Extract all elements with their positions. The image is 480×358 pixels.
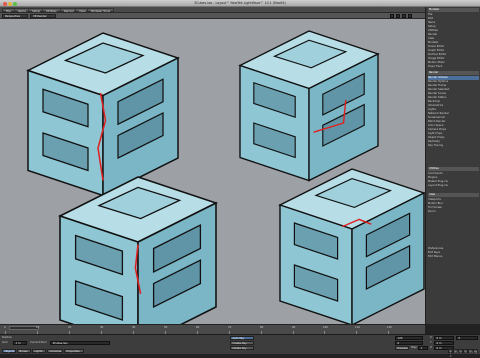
preview-button[interactable]: Preview <box>395 346 409 350</box>
go-to-end-button[interactable]: >| <box>473 349 478 354</box>
bottom-control-bar: Position Grid 1 m Current Item 3Cubes.lw… <box>0 334 480 358</box>
frame-end-field[interactable]: 120 <box>395 336 423 340</box>
timeline-tick-label: 50 <box>164 326 168 329</box>
timeline-slider-handle[interactable] <box>9 326 39 330</box>
grid-label: Grid <box>2 341 8 344</box>
create-key-button[interactable]: Create Key <box>230 341 254 345</box>
timeline-tick-label: 20 <box>68 326 72 329</box>
window-titlebar: 3Cubes.lws - Layout™ NewTek LightWave™ 1… <box>0 0 480 7</box>
timeline-tick-label: 70 <box>228 326 232 329</box>
timeline-tick-label: 100 <box>323 326 328 329</box>
maximize-view-icon[interactable] <box>408 14 412 18</box>
objects-button[interactable]: Objects <box>2 349 16 353</box>
timeline-tick-label: 10 <box>36 326 40 329</box>
zoom-view-icon[interactable] <box>402 14 406 18</box>
current-frame-field[interactable]: 0 <box>456 336 478 340</box>
cube-model-4 <box>279 168 425 324</box>
sidebar-section-utilities: Utilities <box>428 167 479 171</box>
sidebar-item-edit-menus[interactable]: Edit Menus <box>428 255 479 259</box>
menu-tab-utilities[interactable]: Utilities <box>42 8 61 13</box>
timeline-tick-label: 40 <box>132 326 136 329</box>
3d-viewport[interactable] <box>0 19 425 324</box>
current-item-label: Current Item <box>30 341 47 344</box>
step-field[interactable]: 1 <box>418 346 428 350</box>
sidebar-item-ray-tracing[interactable]: Ray Tracing <box>428 144 479 148</box>
cube-model-3 <box>59 176 217 324</box>
grid-size-field[interactable]: 1 m <box>13 341 27 345</box>
right-sidebar-panel: Modeler File Edit Items Setup Utilities … <box>425 7 480 324</box>
current-item-dropdown[interactable]: 3Cubes.lwo <box>50 341 110 345</box>
timeline-tick-label: 0 <box>4 326 6 329</box>
sidebar-section-view: View <box>428 193 479 197</box>
sidebar-item-dope-track[interactable]: Dope Track <box>428 65 479 69</box>
menu-tab-file[interactable]: File <box>2 8 15 13</box>
properties-button[interactable]: Properties <box>64 349 84 353</box>
timeline-tick-label: 120 <box>387 326 392 329</box>
sidebar-item-zoom[interactable]: Zoom <box>428 210 479 214</box>
shading-mode-dropdown[interactable]: VR Render <box>30 14 56 18</box>
timeline-tick-label: 110 <box>355 326 360 329</box>
timeline-tick-label: 30 <box>100 326 104 329</box>
x-position-field[interactable]: 0 m <box>434 336 454 340</box>
cameras-button[interactable]: Cameras <box>47 349 63 353</box>
frame-start-field[interactable]: 0 <box>395 341 423 345</box>
timeline-bar[interactable]: 0 10 20 30 40 50 60 70 80 90 100 110 120 <box>0 324 425 334</box>
sidebar-section-render: Render <box>428 71 479 75</box>
y-position-label: Y <box>430 341 432 344</box>
step-label: Step <box>411 346 417 349</box>
position-label: Position <box>2 336 13 339</box>
bones-button[interactable]: Bones <box>17 349 31 353</box>
viewport-scene <box>27 30 425 324</box>
z-position-label: Z <box>430 346 432 349</box>
sidebar-item-layout-plugins[interactable]: Layout Plug-ins <box>428 184 479 188</box>
auto-key-button[interactable]: Auto Key <box>230 336 254 340</box>
lights-button[interactable]: Lights <box>32 349 46 353</box>
view-mode-dropdown[interactable]: Perspective <box>2 14 28 18</box>
sidebar-modeler-label[interactable]: Modeler <box>428 8 479 12</box>
rotate-view-icon[interactable] <box>396 14 400 18</box>
cube-model-2 <box>239 30 379 182</box>
menu-tab-modeler-tools[interactable]: Modeler Tools <box>87 8 115 13</box>
timeline-tick-label: 60 <box>196 326 200 329</box>
delete-key-button[interactable]: Delete Key <box>230 346 254 350</box>
window-title: 3Cubes.lws - Layout™ NewTek LightWave™ 1… <box>194 1 286 5</box>
x-position-label: X <box>430 336 432 339</box>
timeline-tick-label: 90 <box>292 326 296 329</box>
move-view-icon[interactable] <box>390 14 394 18</box>
y-position-field[interactable]: 0 m <box>434 341 454 345</box>
cube-model-1 <box>27 32 179 197</box>
timeline-tick-label: 80 <box>260 326 264 329</box>
